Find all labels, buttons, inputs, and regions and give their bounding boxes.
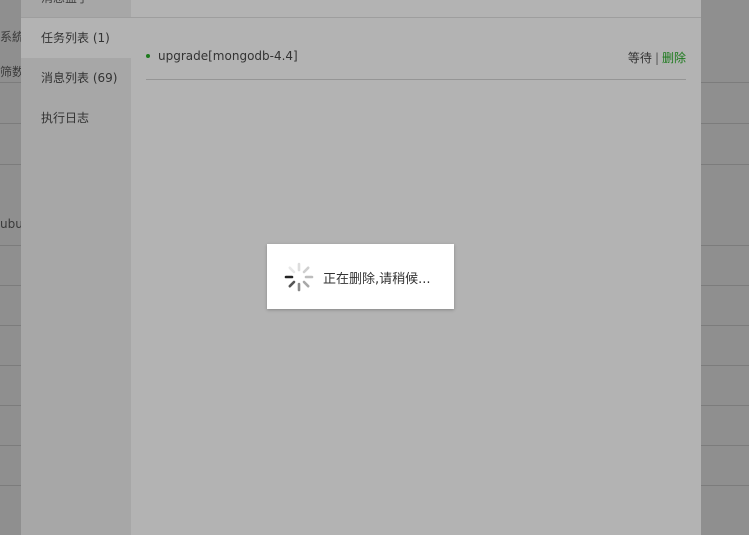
task-status: 等待 xyxy=(627,51,652,65)
loading-spinner-icon xyxy=(284,262,314,292)
action-separator: | xyxy=(654,51,659,65)
sidebar-item-execution-log[interactable]: 执行日志 xyxy=(21,98,131,138)
delete-task-link[interactable]: 删除 xyxy=(662,51,686,65)
loading-toast: 正在删除,请稍候... xyxy=(267,244,454,309)
bg-row-text: 筛数 xyxy=(0,65,22,79)
bg-row-text: 系統 xyxy=(0,30,22,44)
loading-message: 正在删除,请稍候... xyxy=(323,272,431,287)
task-row: upgrade[mongodb-4.4] 等待 | 删除 xyxy=(146,40,686,80)
task-name: upgrade[mongodb-4.4] xyxy=(158,49,298,63)
status-dot-icon xyxy=(146,54,150,58)
sidebar-item-message-box[interactable]: 消息盒子 xyxy=(21,0,131,18)
sidebar-item-message-list[interactable]: 消息列表 (69) xyxy=(21,58,131,98)
bg-row-text: ubu xyxy=(0,217,22,231)
sidebar-item-task-list[interactable]: 任务列表 (1) xyxy=(21,18,131,58)
task-actions: 等待 | 删除 xyxy=(628,49,686,66)
